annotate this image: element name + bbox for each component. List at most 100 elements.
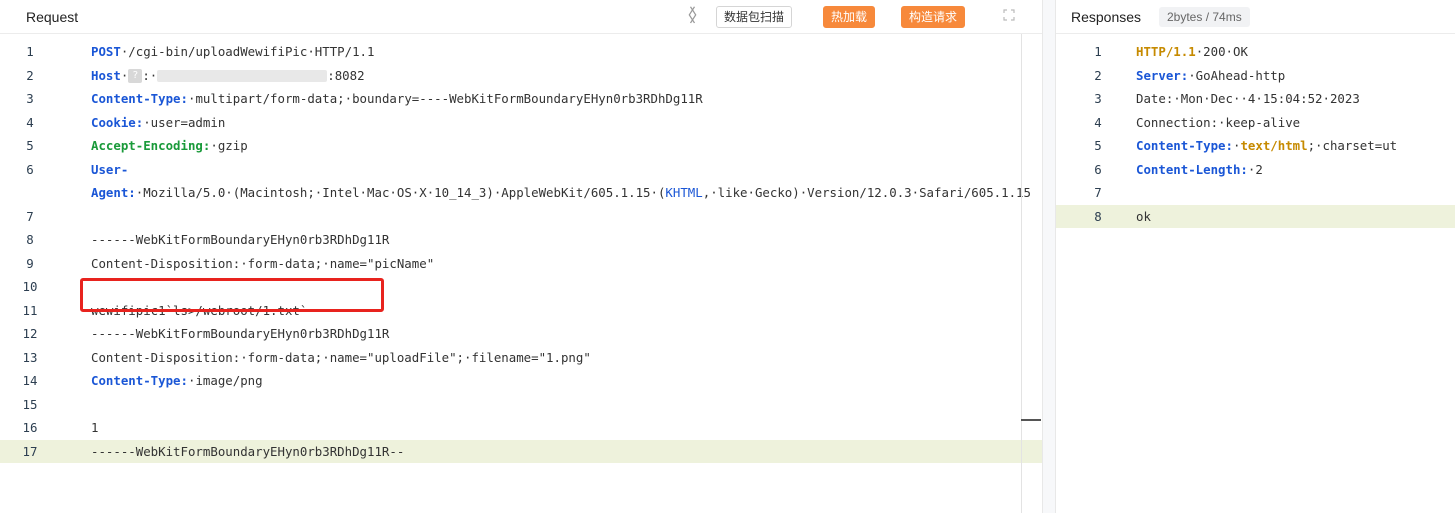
syntax-token: Content-Type: — [91, 91, 188, 106]
line-number: 2 — [26, 67, 34, 83]
text-token: ·user=admin — [143, 114, 226, 130]
code-line[interactable]: 6 User-Agent:·Mozilla/5.0·(Macintosh;·Int… — [0, 158, 1042, 205]
chevron-right-icon[interactable]: 〉 — [689, 6, 707, 26]
request-header: Request 〈 〉 数据包扫描 热加载 构造请求 — [0, 0, 1042, 34]
line-number: 8 — [1094, 208, 1102, 224]
code-line[interactable]: 17 ------WebKitFormBoundaryEHyn0rb3RDhDg1… — [0, 439, 1042, 463]
text-token: ;·charset=ut — [1307, 138, 1398, 153]
text-token: ·multipart/form-data;·boundary=----WebKi… — [187, 91, 703, 106]
line-number: 2 — [1094, 67, 1102, 83]
line-number: 17 — [22, 443, 38, 459]
scrollbar[interactable] — [1021, 34, 1022, 513]
request-title: Request — [26, 9, 79, 25]
code-line[interactable]: 5 Accept-Encoding:·gzip — [0, 134, 1042, 158]
text-token: ·gzip — [210, 138, 248, 153]
code-line[interactable]: 9 Content-Disposition:·form-data;·name="p… — [0, 252, 1042, 276]
line-number: 10 — [22, 279, 38, 294]
packet-scan-button[interactable]: 数据包扫描 — [716, 6, 793, 28]
code-line[interactable]: 1 HTTP/1.1·200·OK — [1056, 40, 1455, 64]
code-line[interactable]: 15 — [0, 393, 1042, 417]
code-line[interactable]: 7 — [0, 205, 1042, 229]
line-number: 15 — [22, 396, 38, 412]
text-token: Content-Disposition:·form-data;·name="pi… — [91, 255, 435, 271]
text-token: ------WebKitFormBoundaryEHyn0rb3RDhDg11R… — [91, 443, 405, 459]
code-text: HTTP/1.1·200·OK — [1136, 40, 1455, 64]
code-line[interactable]: 2 Host·?:·:8082 — [0, 64, 1042, 88]
line-number: 1 — [1094, 44, 1102, 59]
header-key: Host — [91, 67, 121, 83]
code-text: Content-Length:·2 — [1136, 158, 1455, 182]
text-token: ok — [1136, 208, 1151, 224]
code-text: ok — [1136, 205, 1455, 229]
text-token: Content-Disposition:·form-data;·name="up… — [91, 349, 591, 365]
code-text: Content-Disposition:·form-data;·name="up… — [91, 346, 1042, 370]
code-line[interactable]: 16 1 — [0, 416, 1042, 440]
code-line[interactable]: 1 POST·/cgi-bin/uploadWewifiPic·HTTP/1.1 — [0, 40, 1042, 64]
text-token: Connection:·keep-alive — [1136, 114, 1301, 130]
line-number: 8 — [26, 232, 34, 247]
code-line[interactable]: 4 Cookie:·user=admin — [0, 111, 1042, 135]
line-number: 4 — [1094, 114, 1102, 130]
code-line[interactable]: 8 ok — [1056, 204, 1455, 229]
code-text: POST·/cgi-bin/uploadWewifiPic·HTTP/1.1 — [91, 40, 1042, 64]
response-size-badge: 2bytes / 74ms — [1159, 7, 1250, 27]
syntax-token: User-Agent: — [91, 161, 136, 201]
code-text: Content-Disposition:·form-data;·name="pi… — [91, 252, 1042, 276]
code-line[interactable]: 4 Connection:·keep-alive — [1056, 111, 1455, 135]
line-number: 14 — [22, 373, 38, 388]
code-text: Content-Type:·image/png — [91, 369, 1042, 393]
syntax-token: KHTML — [665, 185, 703, 200]
line-number: 6 — [1094, 161, 1102, 177]
code-text: Connection:·keep-alive — [1136, 111, 1455, 135]
line-number: 11 — [22, 302, 38, 318]
code-line[interactable]: 14 Content-Type:·image/png — [0, 369, 1042, 393]
code-text: Host·?:·:8082 — [91, 67, 365, 83]
highlight-box — [80, 278, 384, 312]
code-line[interactable]: 5 Content-Type:·text/html;·charset=ut — [1056, 134, 1455, 158]
code-text: Content-Type:·text/html;·charset=ut — [1136, 134, 1455, 158]
code-text: Date:·Mon·Dec··4·15:04:52·2023 — [1136, 87, 1455, 111]
line-number: 16 — [22, 420, 38, 435]
response-pane: Responses 2bytes / 74ms 1 HTTP/1.1·200·OK… — [1055, 0, 1455, 513]
redacted-host — [157, 70, 328, 82]
hot-reload-button[interactable]: 热加载 — [823, 6, 876, 28]
text-token: ,·like·Gecko)·Version/12.0.3·Safari/605.… — [702, 185, 1031, 200]
help-icon[interactable]: ? — [128, 69, 143, 83]
host-port: :8082 — [327, 67, 365, 83]
expand-icon[interactable] — [1003, 9, 1015, 21]
line-number: 9 — [26, 255, 34, 271]
code-text: 1 — [91, 416, 1042, 440]
code-line[interactable]: 13 Content-Disposition:·form-data;·name="… — [0, 346, 1042, 370]
code-line[interactable]: 3 Content-Type:·multipart/form-data;·boun… — [0, 87, 1042, 111]
line-number: 3 — [1094, 91, 1102, 106]
text-token: 1 — [91, 420, 99, 435]
code-text: User-Agent:·Mozilla/5.0·(Macintosh;·Inte… — [91, 158, 1031, 205]
response-editor[interactable]: 1 HTTP/1.1·200·OK 2 Server:·GoAhead-http 3 Da… — [1056, 40, 1455, 228]
syntax-token: Cookie: — [91, 114, 144, 130]
text-token: ·2 — [1247, 161, 1263, 177]
request-editor[interactable]: 1 POST·/cgi-bin/uploadWewifiPic·HTTP/1.1 2… — [0, 40, 1042, 463]
code-line[interactable]: 7 — [1056, 181, 1455, 205]
code-line[interactable]: 8 ------WebKitFormBoundaryEHyn0rb3RDhDg11… — [0, 228, 1042, 252]
pane-divider[interactable] — [1043, 0, 1055, 513]
syntax-token: Content-Type: — [91, 373, 188, 388]
code-text: Server:·GoAhead-http — [1136, 64, 1455, 88]
syntax-token: Content-Length: — [1136, 161, 1248, 177]
code-line[interactable]: 12 ------WebKitFormBoundaryEHyn0rb3RDhDg1… — [0, 322, 1042, 346]
line-number: 3 — [26, 91, 34, 106]
build-request-button[interactable]: 构造请求 — [901, 6, 966, 28]
code-line[interactable]: 2 Server:·GoAhead-http — [1056, 64, 1455, 88]
text-token: Date:·Mon·Dec··4·15:04:52·2023 — [1136, 91, 1360, 106]
request-pane: Request 〈 〉 数据包扫描 热加载 构造请求 1 POST·/cgi-bi… — [0, 0, 1043, 513]
code-text: ------WebKitFormBoundaryEHyn0rb3RDhDg11R — [91, 228, 1042, 252]
line-number: 5 — [1094, 138, 1102, 153]
code-line[interactable]: 3 Date:·Mon·Dec··4·15:04:52·2023 — [1056, 87, 1455, 111]
syntax-token: Accept-Encoding: — [91, 138, 211, 153]
line-number: 7 — [26, 208, 34, 224]
text-token: ·image/png — [187, 373, 263, 388]
text-token: ·GoAhead-http — [1188, 67, 1286, 83]
text-token: ------WebKitFormBoundaryEHyn0rb3RDhDg11R — [91, 326, 390, 341]
code-line[interactable]: 6 Content-Length:·2 — [1056, 158, 1455, 182]
text-token: ·200·OK — [1195, 44, 1248, 59]
text-token: ·/cgi-bin/uploadWewifiPic·HTTP/1.1 — [120, 44, 375, 59]
